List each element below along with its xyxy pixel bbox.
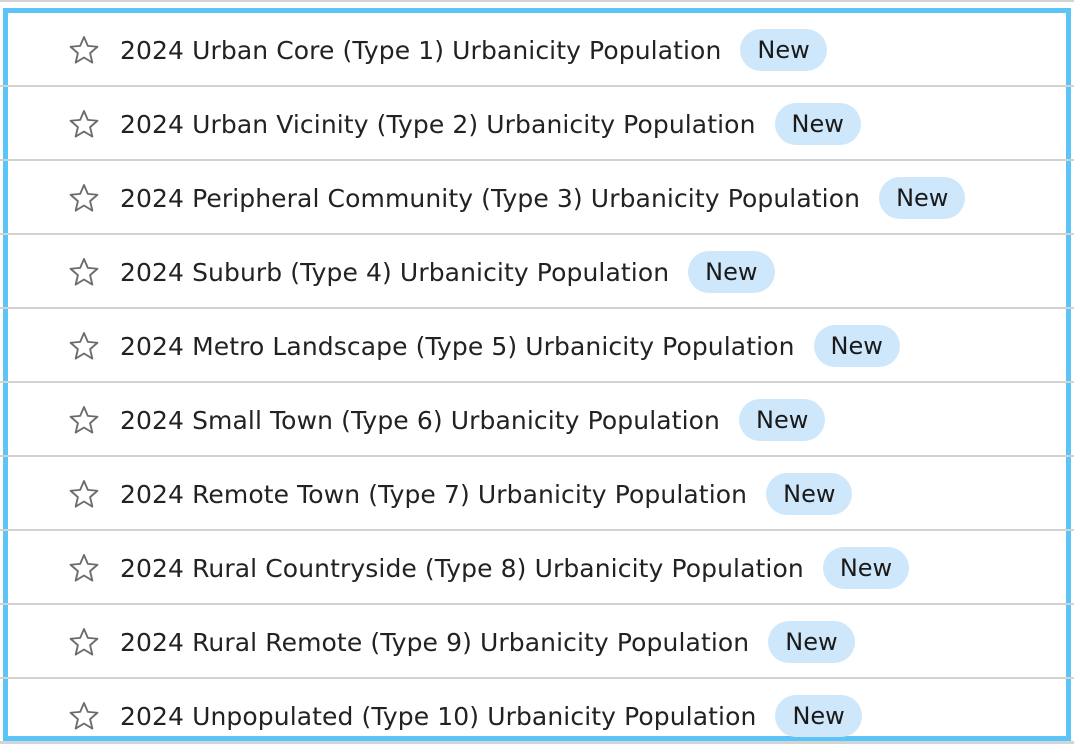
new-badge: New: [775, 694, 862, 738]
list-item[interactable]: 2024 Remote Town (Type 7) Urbanicity Pop…: [0, 457, 1074, 531]
item-title[interactable]: 2024 Metro Landscape (Type 5) Urbanicity…: [120, 332, 795, 361]
variable-list: 2024 Urban Core (Type 1) Urbanicity Popu…: [0, 13, 1074, 753]
list-item[interactable]: 2024 Metro Landscape (Type 5) Urbanicity…: [0, 309, 1074, 383]
new-badge: New: [766, 472, 853, 516]
new-badge: New: [774, 102, 861, 146]
star-outline-icon[interactable]: [67, 329, 101, 363]
new-badge: New: [688, 250, 775, 294]
new-badge: New: [822, 546, 910, 590]
item-title[interactable]: 2024 Suburb (Type 4) Urbanicity Populati…: [120, 258, 669, 287]
list-item[interactable]: 2024 Small Town (Type 6) Urbanicity Popu…: [0, 383, 1074, 457]
item-title[interactable]: 2024 Small Town (Type 6) Urbanicity Popu…: [120, 406, 720, 435]
list-item[interactable]: 2024 Rural Remote (Type 9) Urbanicity Po…: [0, 605, 1074, 679]
star-outline-icon[interactable]: [67, 181, 101, 215]
new-badge: New: [813, 324, 900, 368]
list-item[interactable]: 2024 Suburb (Type 4) Urbanicity Populati…: [0, 235, 1074, 309]
variable-list-panel: 2024 Urban Core (Type 1) Urbanicity Popu…: [0, 8, 1074, 741]
item-title[interactable]: 2024 Urban Core (Type 1) Urbanicity Popu…: [120, 36, 721, 65]
star-outline-icon[interactable]: [67, 33, 101, 67]
top-divider: [0, 0, 1074, 2]
new-badge: New: [879, 176, 966, 220]
list-item[interactable]: 2024 Urban Vicinity (Type 2) Urbanicity …: [0, 87, 1074, 161]
item-title[interactable]: 2024 Rural Countryside (Type 8) Urbanici…: [120, 554, 804, 583]
star-outline-icon[interactable]: [67, 625, 101, 659]
new-badge: New: [740, 28, 827, 72]
star-outline-icon[interactable]: [67, 477, 101, 511]
new-badge: New: [738, 398, 826, 442]
item-title[interactable]: 2024 Remote Town (Type 7) Urbanicity Pop…: [120, 480, 747, 509]
star-outline-icon[interactable]: [67, 403, 101, 437]
star-outline-icon[interactable]: [67, 255, 101, 289]
star-outline-icon[interactable]: [67, 551, 101, 585]
new-badge: New: [768, 620, 855, 664]
list-item[interactable]: 2024 Peripheral Community (Type 3) Urban…: [0, 161, 1074, 235]
star-outline-icon[interactable]: [67, 699, 101, 733]
star-outline-icon[interactable]: [67, 107, 101, 141]
list-item[interactable]: 2024 Urban Core (Type 1) Urbanicity Popu…: [0, 13, 1074, 87]
item-title[interactable]: 2024 Urban Vicinity (Type 2) Urbanicity …: [120, 110, 756, 139]
item-title[interactable]: 2024 Unpopulated (Type 10) Urbanicity Po…: [120, 702, 756, 731]
list-item[interactable]: 2024 Rural Countryside (Type 8) Urbanici…: [0, 531, 1074, 605]
item-title[interactable]: 2024 Peripheral Community (Type 3) Urban…: [120, 184, 860, 213]
item-title[interactable]: 2024 Rural Remote (Type 9) Urbanicity Po…: [120, 628, 749, 657]
